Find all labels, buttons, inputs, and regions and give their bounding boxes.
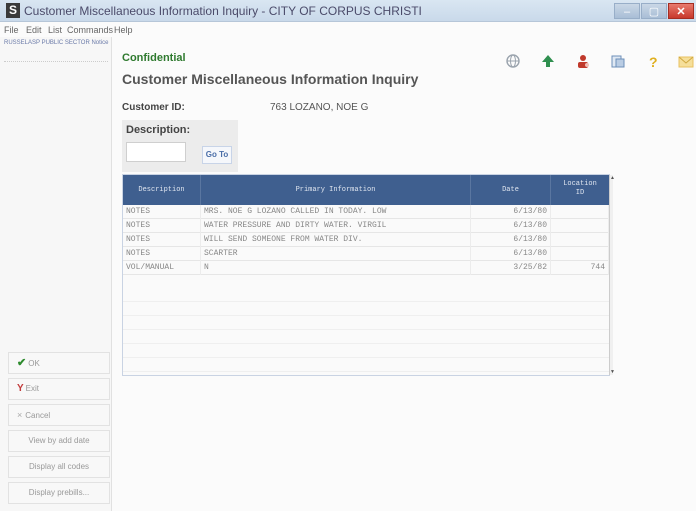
menu-edit[interactable]: Edit — [26, 25, 42, 35]
cell-location-id — [551, 233, 609, 247]
cancel-button[interactable]: × Cancel — [8, 404, 110, 426]
menu-commands[interactable]: Commands — [67, 25, 113, 35]
display-prebills-button[interactable]: Display prebills... — [8, 482, 110, 504]
display-all-codes-button[interactable]: Display all codes — [8, 456, 110, 478]
grid-scrollbar[interactable]: ▲ ▼ — [609, 175, 615, 375]
exit-button[interactable]: Y Exit — [8, 378, 110, 400]
cell-description: NOTES — [123, 219, 201, 233]
cell-location-id — [551, 247, 609, 261]
globe-icon[interactable] — [505, 53, 521, 69]
mail-icon[interactable] — [678, 53, 694, 69]
user-settings-icon[interactable] — [575, 53, 591, 69]
exit-icon: Y — [17, 383, 24, 394]
view-by-add-date-button[interactable]: View by add date — [8, 430, 110, 452]
table-row[interactable]: NOTES SCARTER 6/13/80 — [123, 247, 609, 261]
sidebar: RUSSELASP PUBLIC SECTOR Notice ✔ OK Y Exit… — [0, 37, 112, 511]
table-row[interactable]: NOTES WATER PRESSURE AND DIRTY WATER. VI… — [123, 219, 609, 233]
header-location-id[interactable]: Location ID — [551, 175, 609, 205]
minimize-button[interactable]: – — [614, 3, 640, 19]
reports-icon[interactable] — [610, 53, 626, 69]
close-button[interactable]: ✕ — [668, 3, 694, 19]
cell-location-id — [551, 219, 609, 233]
info-grid: Description Primary Information Date Loc… — [122, 174, 615, 376]
maximize-button[interactable]: ▢ — [641, 3, 667, 19]
title-bar: S Customer Miscellaneous Information Inq… — [0, 0, 696, 22]
exit-label: Exit — [25, 384, 40, 393]
cell-location-id — [551, 205, 609, 219]
scroll-down-icon[interactable]: ▼ — [610, 369, 615, 375]
grid-header: Description Primary Information Date Loc… — [123, 175, 609, 205]
scroll-up-icon[interactable]: ▲ — [610, 175, 615, 181]
cell-primary-information: MRS. NOE G LOZANO CALLED IN TODAY. LOW — [201, 205, 471, 219]
header-primary-information[interactable]: Primary Information — [201, 175, 471, 205]
cancel-icon: × — [17, 410, 23, 420]
cell-primary-information: N — [201, 261, 471, 275]
header-location-line2: ID — [575, 189, 585, 197]
ok-button[interactable]: ✔ OK — [8, 352, 110, 374]
menu-list[interactable]: List — [48, 25, 62, 35]
go-to-button[interactable]: Go To — [202, 146, 232, 164]
cell-date: 6/13/80 — [471, 247, 551, 261]
cell-date: 3/25/82 — [471, 261, 551, 275]
page-title: Customer Miscellaneous Information Inqui… — [122, 71, 419, 87]
header-location-line1: Location — [563, 180, 597, 188]
cancel-label: Cancel — [25, 411, 51, 420]
customer-id-label: Customer ID: — [122, 102, 185, 113]
grid-empty-area — [123, 288, 609, 373]
arrow-up-icon[interactable] — [540, 53, 556, 69]
ok-label: OK — [28, 359, 40, 368]
table-row[interactable]: NOTES MRS. NOE G LOZANO CALLED IN TODAY.… — [123, 205, 609, 219]
cell-date: 6/13/80 — [471, 233, 551, 247]
cell-date: 6/13/80 — [471, 219, 551, 233]
cell-description: NOTES — [123, 205, 201, 219]
svg-text:?: ? — [649, 54, 658, 69]
menu-bar: File Edit List Commands Help — [0, 23, 696, 37]
header-description[interactable]: Description — [123, 175, 201, 205]
description-label: Description: — [126, 124, 191, 136]
app-icon: S — [6, 3, 20, 18]
cell-description: VOL/MANUAL — [123, 261, 201, 275]
menu-help[interactable]: Help — [114, 25, 133, 35]
customer-id-value: 763 LOZANO, NOE G — [270, 102, 369, 113]
cell-primary-information: SCARTER — [201, 247, 471, 261]
description-input[interactable] — [126, 142, 186, 162]
cell-description: NOTES — [123, 233, 201, 247]
user-label: RUSSELASP PUBLIC SECTOR Notice — [4, 40, 109, 46]
cell-description: NOTES — [123, 247, 201, 261]
confidential-label: Confidential — [122, 52, 186, 64]
cell-location-id: 744 — [551, 261, 609, 275]
cell-date: 6/13/80 — [471, 205, 551, 219]
window-title: Customer Miscellaneous Information Inqui… — [24, 4, 422, 18]
table-row[interactable]: NOTES WILL SEND SOMEONE FROM WATER DIV. … — [123, 233, 609, 247]
help-icon[interactable]: ? — [645, 53, 661, 70]
sidebar-divider — [4, 61, 108, 62]
table-row[interactable]: VOL/MANUAL N 3/25/82 744 — [123, 261, 609, 275]
cell-primary-information: WATER PRESSURE AND DIRTY WATER. VIRGIL — [201, 219, 471, 233]
description-search-panel: Description: Go To — [122, 120, 238, 172]
header-date[interactable]: Date — [471, 175, 551, 205]
cell-primary-information: WILL SEND SOMEONE FROM WATER DIV. — [201, 233, 471, 247]
checkmark-icon: ✔ — [17, 357, 27, 369]
menu-file[interactable]: File — [4, 25, 19, 35]
